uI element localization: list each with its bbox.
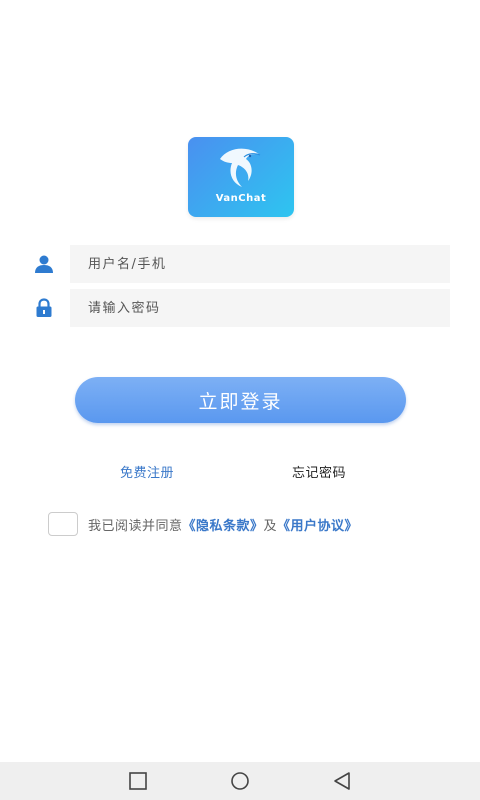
circle-icon[interactable] bbox=[230, 771, 250, 791]
user-agreement-link[interactable]: 《用户协议》 bbox=[277, 519, 358, 534]
agreement-joiner: 及 bbox=[263, 518, 278, 534]
forgot-password-link[interactable]: 忘记密码 bbox=[292, 462, 346, 481]
agreement-text: 我已阅读并同意《隐私条款》及《用户协议》 bbox=[88, 515, 358, 534]
lock-icon bbox=[36, 298, 52, 317]
dolphin-icon bbox=[220, 148, 261, 187]
username-input[interactable] bbox=[70, 245, 450, 283]
system-nav-bar bbox=[0, 762, 480, 800]
login-button[interactable]: 立即登录 bbox=[75, 377, 406, 423]
privacy-policy-link[interactable]: 《隐私条款》 bbox=[183, 519, 264, 534]
agreement-row: 我已阅读并同意《隐私条款》及《用户协议》 bbox=[48, 511, 358, 537]
agreement-checkbox[interactable] bbox=[48, 512, 78, 536]
password-input[interactable] bbox=[70, 289, 450, 327]
logo-text: VanChat bbox=[215, 193, 267, 204]
agreement-prefix: 我已阅读并同意 bbox=[88, 518, 183, 534]
triangle-back-icon[interactable] bbox=[332, 771, 352, 791]
square-icon[interactable] bbox=[128, 771, 148, 791]
app-logo: VanChat bbox=[188, 137, 294, 217]
user-icon bbox=[35, 255, 53, 273]
register-link[interactable]: 免费注册 bbox=[120, 462, 174, 481]
